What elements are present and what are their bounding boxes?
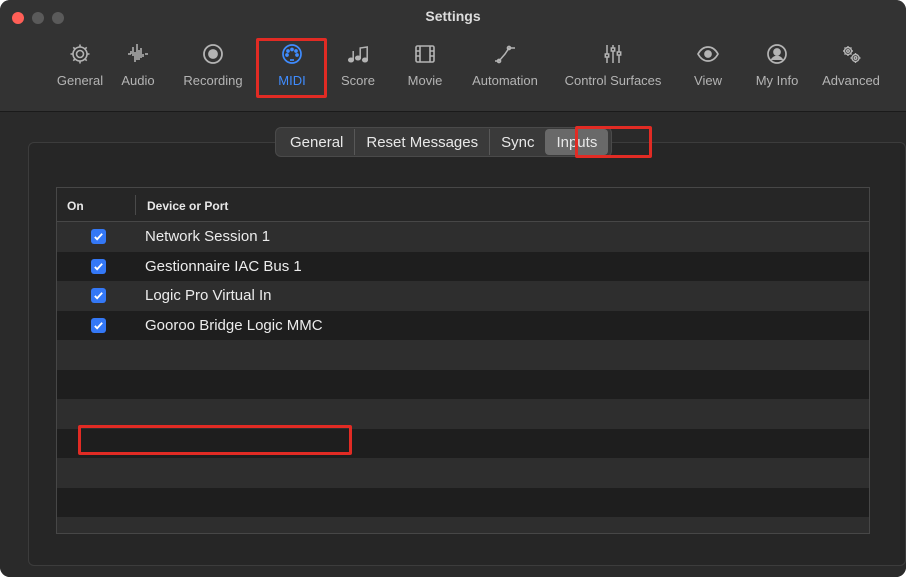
inputs-table: On Device or Port Network Session 1 Gest…: [56, 187, 870, 534]
toolbar-label: Automation: [472, 73, 538, 88]
person-icon: [761, 40, 793, 68]
tab-inputs[interactable]: Inputs: [545, 129, 609, 155]
row-label: Gooroo Bridge Logic MMC: [145, 316, 323, 334]
column-header-on[interactable]: On: [67, 199, 84, 213]
table-row[interactable]: Gooroo Bridge Logic MMC: [57, 310, 869, 340]
toolbar-movie[interactable]: Movie: [400, 40, 450, 100]
table-row-empty: [57, 517, 869, 533]
settings-content: General Reset Messages Sync Inputs On De…: [0, 112, 906, 577]
toolbar-label: Audio: [121, 73, 155, 88]
record-icon: [197, 40, 229, 68]
row-label: Logic Pro Virtual In: [145, 287, 272, 304]
table-row[interactable]: Logic Pro Virtual In: [57, 281, 869, 311]
toolbar-label: General: [56, 73, 104, 88]
tab-general[interactable]: General: [279, 129, 356, 155]
eye-icon: [692, 40, 724, 68]
row-label: Gestionnaire IAC Bus 1: [145, 257, 302, 275]
toolbar-label: MIDI: [278, 73, 306, 88]
row-checkbox[interactable]: [91, 317, 106, 333]
gear-icon: [64, 40, 96, 68]
table-row-empty: [57, 487, 869, 517]
settings-window: Settings General Audio Recording MIDI Sc…: [0, 0, 906, 577]
music-notes-icon: [342, 40, 374, 68]
table-row-empty: [57, 428, 869, 458]
toolbar-general[interactable]: General: [50, 40, 110, 100]
table-row[interactable]: Network Session 1: [57, 222, 869, 252]
toolbar-recording[interactable]: Recording: [177, 40, 249, 100]
waveform-icon: [122, 40, 154, 68]
toolbar-label: My Info: [755, 73, 799, 88]
toolbar-label: Movie: [407, 73, 443, 88]
midi-tabs: General Reset Messages Sync Inputs: [275, 127, 613, 157]
toolbar-score[interactable]: Score: [333, 40, 383, 100]
midi-connector-icon: [276, 40, 308, 68]
table-row-empty: [57, 458, 869, 488]
automation-curve-icon: [489, 40, 521, 68]
table-row[interactable]: Gestionnaire IAC Bus 1: [57, 251, 869, 281]
toolbar-view[interactable]: View: [686, 40, 730, 100]
toolbar-label: Score: [341, 73, 375, 88]
tab-sync[interactable]: Sync: [490, 129, 545, 155]
column-header-device[interactable]: Device or Port: [147, 199, 228, 213]
gears-icon: [835, 40, 867, 68]
toolbar-midi[interactable]: MIDI: [262, 40, 322, 100]
table-row-empty: [57, 340, 869, 370]
toolbar-my-info[interactable]: My Info: [749, 40, 805, 100]
row-checkbox[interactable]: [91, 288, 106, 303]
toolbar-advanced[interactable]: Advanced: [815, 40, 887, 100]
row-label: Network Session 1: [145, 228, 271, 245]
row-checkbox[interactable]: [91, 258, 106, 274]
column-divider[interactable]: [135, 195, 136, 215]
tab-reset-messages[interactable]: Reset Messages: [355, 129, 491, 155]
film-icon: [409, 40, 441, 68]
window-title: Settings: [425, 8, 481, 24]
table-row-empty: [57, 399, 869, 429]
toolbar-control-surfaces[interactable]: Control Surfaces: [555, 40, 671, 100]
table-body: Network Session 1 Gestionnaire IAC Bus 1…: [57, 222, 869, 533]
toolbar-label: Recording: [183, 73, 243, 88]
toolbar-label: Control Surfaces: [564, 73, 662, 88]
faders-icon: [597, 40, 629, 68]
table-row-empty: [57, 369, 869, 399]
table-header: On Device or Port: [57, 188, 869, 222]
titlebar: Settings General Audio Recording MIDI Sc…: [0, 0, 906, 112]
toolbar-label: Advanced: [822, 73, 880, 88]
toolbar-label: View: [694, 73, 722, 88]
row-checkbox[interactable]: [91, 229, 106, 244]
toolbar-audio[interactable]: Audio: [113, 40, 163, 100]
toolbar-automation[interactable]: Automation: [463, 40, 547, 100]
